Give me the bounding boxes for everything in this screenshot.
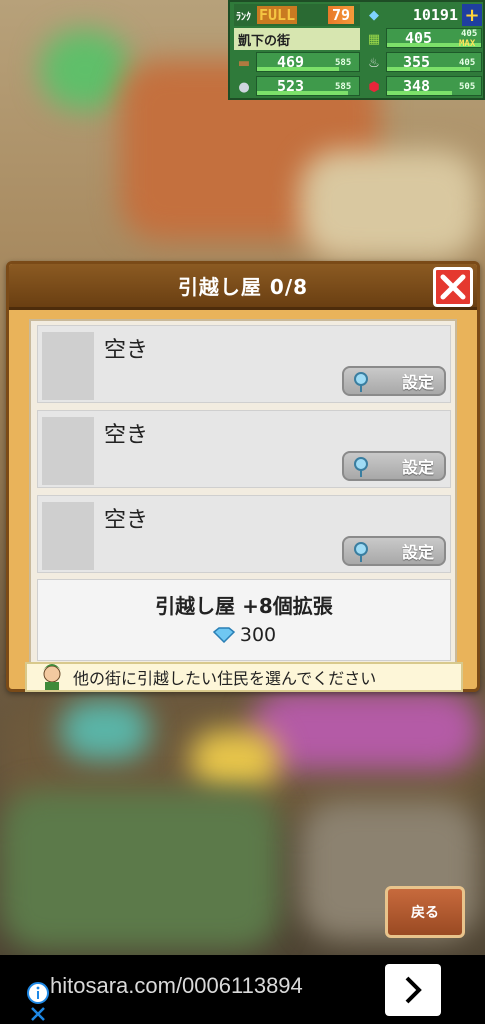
slot-thumbnail xyxy=(42,417,94,485)
ore-max: 585 xyxy=(335,82,352,92)
close-icon xyxy=(440,274,466,300)
ore-icon: ● xyxy=(238,79,250,95)
food-icon: ♨ xyxy=(368,55,380,71)
magnifier-icon xyxy=(354,542,368,562)
ad-info-icon[interactable] xyxy=(27,982,49,1004)
expand-cost-value: 300 xyxy=(239,624,277,646)
stat2-value: 355 xyxy=(403,53,431,71)
mover-slot: 空き 設定 xyxy=(37,325,451,403)
slot-label: 空き xyxy=(104,338,149,363)
grass-icon: ▦ xyxy=(367,31,381,47)
ad-url: hitosara.com/0006113894 xyxy=(50,973,303,998)
wood-value: 469 xyxy=(277,53,305,71)
expand-cost: 300 xyxy=(38,624,450,646)
back-button[interactable]: 戻る xyxy=(385,886,465,938)
mover-slot: 空き 設定 xyxy=(37,410,451,488)
set-button[interactable]: 設定 xyxy=(342,451,446,481)
set-button-label: 設定 xyxy=(401,543,434,562)
magnifier-icon xyxy=(354,372,368,392)
dialog-title: 引越し屋 0/8 xyxy=(177,275,309,299)
ad-close-icon[interactable] xyxy=(29,1005,47,1023)
set-button-label: 設定 xyxy=(401,373,434,392)
advisor-avatar-icon xyxy=(43,664,61,690)
expand-slots-button[interactable]: 引越し屋 +8個拡張 300 xyxy=(37,579,451,661)
set-button[interactable]: 設定 xyxy=(342,366,446,396)
magnifier-icon xyxy=(354,457,368,477)
log-icon: ▬ xyxy=(237,55,251,71)
stat3-max: 505 xyxy=(459,82,476,92)
diamond-icon xyxy=(212,627,235,643)
mover-dialog: 引越し屋 0/8 空き 設定 空き 設定 空き 設定 引越し屋 +8個拡張 30… xyxy=(6,261,480,692)
stat1-value: 405 xyxy=(405,29,433,47)
resource-hud: ﾗﾝｸ FULL 79 ◆ 10191 + 凱下の街 ▦ 405 405 MAX… xyxy=(228,0,485,100)
ruby-icon: ⬢ xyxy=(368,79,380,95)
close-button[interactable] xyxy=(433,267,473,307)
full-badge: FULL xyxy=(257,6,298,24)
stat3-value: 348 xyxy=(403,77,431,95)
gem-count: 10191 xyxy=(412,6,458,24)
ore-value: 523 xyxy=(277,77,305,95)
back-button-label: 戻る xyxy=(411,905,439,921)
slot-label: 空き xyxy=(104,423,149,448)
slot-list: 空き 設定 空き 設定 空き 設定 引越し屋 +8個拡張 300 xyxy=(29,319,457,665)
slot-thumbnail xyxy=(42,332,94,400)
mover-slot: 空き 設定 xyxy=(37,495,451,573)
set-button-label: 設定 xyxy=(401,458,434,477)
wood-max: 585 xyxy=(335,58,352,68)
rank-value: 79 xyxy=(327,6,354,24)
chevron-right-icon xyxy=(405,976,422,1004)
slot-thumbnail xyxy=(42,502,94,570)
town-name: 凱下の街 xyxy=(238,33,291,49)
rank-label: ﾗﾝｸ xyxy=(236,11,251,23)
ad-open-button[interactable] xyxy=(385,964,441,1016)
set-button[interactable]: 設定 xyxy=(342,536,446,566)
ad-banner[interactable]: hitosara.com/0006113894 xyxy=(0,955,485,1024)
hint-text: 他の街に引越したい住民を選んでください xyxy=(73,669,377,688)
stat2-max: 405 xyxy=(459,58,476,68)
dialog-title-bar: 引越し屋 0/8 xyxy=(9,264,477,310)
hint-bar: 他の街に引越したい住民を選んでください xyxy=(25,662,463,692)
diamond-icon: ◆ xyxy=(369,7,379,23)
slot-label: 空き xyxy=(104,508,149,533)
expand-label: 引越し屋 +8個拡張 xyxy=(155,594,333,618)
